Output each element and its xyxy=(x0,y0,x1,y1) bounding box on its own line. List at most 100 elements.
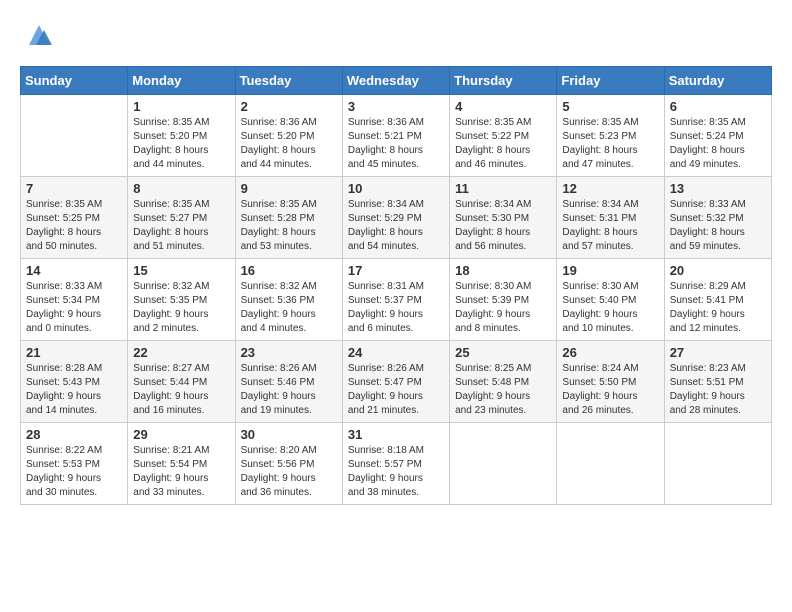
day-number: 1 xyxy=(133,99,229,114)
col-header-friday: Friday xyxy=(557,67,664,95)
day-info: Sunrise: 8:30 AMSunset: 5:40 PMDaylight:… xyxy=(562,280,658,336)
calendar-cell: 5 Sunrise: 8:35 AMSunset: 5:23 PMDaylight… xyxy=(557,95,664,177)
calendar-cell: 24 Sunrise: 8:26 AMSunset: 5:47 PMDayligh… xyxy=(342,341,449,423)
col-header-monday: Monday xyxy=(128,67,235,95)
calendar-cell: 23 Sunrise: 8:26 AMSunset: 5:46 PMDayligh… xyxy=(235,341,342,423)
day-info: Sunrise: 8:20 AMSunset: 5:56 PMDaylight:… xyxy=(241,444,337,500)
day-info: Sunrise: 8:33 AMSunset: 5:34 PMDaylight:… xyxy=(26,280,122,336)
day-number: 7 xyxy=(26,181,122,196)
page-header xyxy=(20,20,772,50)
day-info: Sunrise: 8:21 AMSunset: 5:54 PMDaylight:… xyxy=(133,444,229,500)
day-number: 27 xyxy=(670,345,766,360)
calendar-cell: 17 Sunrise: 8:31 AMSunset: 5:37 PMDayligh… xyxy=(342,259,449,341)
day-number: 14 xyxy=(26,263,122,278)
calendar-cell: 4 Sunrise: 8:35 AMSunset: 5:22 PMDaylight… xyxy=(450,95,557,177)
calendar-cell xyxy=(557,423,664,505)
day-info: Sunrise: 8:23 AMSunset: 5:51 PMDaylight:… xyxy=(670,362,766,418)
day-number: 4 xyxy=(455,99,551,114)
day-number: 10 xyxy=(348,181,444,196)
day-number: 2 xyxy=(241,99,337,114)
day-info: Sunrise: 8:25 AMSunset: 5:48 PMDaylight:… xyxy=(455,362,551,418)
day-number: 21 xyxy=(26,345,122,360)
calendar-cell: 10Sunrise: 8:34 AMSunset: 5:29 PMDayligh… xyxy=(342,177,449,259)
calendar-cell: 31 Sunrise: 8:18 AMSunset: 5:57 PMDayligh… xyxy=(342,423,449,505)
calendar-week-row: 21Sunrise: 8:28 AMSunset: 5:43 PMDayligh… xyxy=(21,341,772,423)
day-number: 13 xyxy=(670,181,766,196)
calendar-cell: 3 Sunrise: 8:36 AMSunset: 5:21 PMDaylight… xyxy=(342,95,449,177)
day-info: Sunrise: 8:36 AMSunset: 5:21 PMDaylight:… xyxy=(348,116,444,172)
day-info: Sunrise: 8:26 AMSunset: 5:46 PMDaylight:… xyxy=(241,362,337,418)
day-info: Sunrise: 8:33 AMSunset: 5:32 PMDaylight:… xyxy=(670,198,766,254)
day-info: Sunrise: 8:35 AMSunset: 5:24 PMDaylight:… xyxy=(670,116,766,172)
day-number: 26 xyxy=(562,345,658,360)
day-info: Sunrise: 8:22 AMSunset: 5:53 PMDaylight:… xyxy=(26,444,122,500)
calendar-cell: 18 Sunrise: 8:30 AMSunset: 5:39 PMDayligh… xyxy=(450,259,557,341)
day-info: Sunrise: 8:36 AMSunset: 5:20 PMDaylight:… xyxy=(241,116,337,172)
day-info: Sunrise: 8:27 AMSunset: 5:44 PMDaylight:… xyxy=(133,362,229,418)
calendar-cell: 2 Sunrise: 8:36 AMSunset: 5:20 PMDaylight… xyxy=(235,95,342,177)
calendar-week-row: 1 Sunrise: 8:35 AMSunset: 5:20 PMDaylight… xyxy=(21,95,772,177)
day-info: Sunrise: 8:31 AMSunset: 5:37 PMDaylight:… xyxy=(348,280,444,336)
day-number: 31 xyxy=(348,427,444,442)
day-number: 29 xyxy=(133,427,229,442)
calendar-cell xyxy=(21,95,128,177)
day-info: Sunrise: 8:35 AMSunset: 5:22 PMDaylight:… xyxy=(455,116,551,172)
day-number: 5 xyxy=(562,99,658,114)
calendar-cell: 11 Sunrise: 8:34 AMSunset: 5:30 PMDayligh… xyxy=(450,177,557,259)
calendar-header-row: SundayMondayTuesdayWednesdayThursdayFrid… xyxy=(21,67,772,95)
day-info: Sunrise: 8:35 AMSunset: 5:23 PMDaylight:… xyxy=(562,116,658,172)
day-number: 9 xyxy=(241,181,337,196)
col-header-saturday: Saturday xyxy=(664,67,771,95)
calendar-cell: 27 Sunrise: 8:23 AMSunset: 5:51 PMDayligh… xyxy=(664,341,771,423)
calendar-cell: 12Sunrise: 8:34 AMSunset: 5:31 PMDayligh… xyxy=(557,177,664,259)
calendar-cell: 28 Sunrise: 8:22 AMSunset: 5:53 PMDayligh… xyxy=(21,423,128,505)
calendar-cell: 25 Sunrise: 8:25 AMSunset: 5:48 PMDayligh… xyxy=(450,341,557,423)
day-info: Sunrise: 8:32 AMSunset: 5:35 PMDaylight:… xyxy=(133,280,229,336)
col-header-sunday: Sunday xyxy=(21,67,128,95)
day-number: 20 xyxy=(670,263,766,278)
col-header-tuesday: Tuesday xyxy=(235,67,342,95)
day-number: 3 xyxy=(348,99,444,114)
day-info: Sunrise: 8:35 AMSunset: 5:28 PMDaylight:… xyxy=(241,198,337,254)
calendar-cell: 29 Sunrise: 8:21 AMSunset: 5:54 PMDayligh… xyxy=(128,423,235,505)
day-info: Sunrise: 8:34 AMSunset: 5:30 PMDaylight:… xyxy=(455,198,551,254)
day-number: 19 xyxy=(562,263,658,278)
day-info: Sunrise: 8:29 AMSunset: 5:41 PMDaylight:… xyxy=(670,280,766,336)
day-info: Sunrise: 8:35 AMSunset: 5:20 PMDaylight:… xyxy=(133,116,229,172)
calendar-cell: 7 Sunrise: 8:35 AMSunset: 5:25 PMDaylight… xyxy=(21,177,128,259)
calendar-cell: 30Sunrise: 8:20 AMSunset: 5:56 PMDayligh… xyxy=(235,423,342,505)
calendar-cell: 14 Sunrise: 8:33 AMSunset: 5:34 PMDayligh… xyxy=(21,259,128,341)
calendar-cell: 6 Sunrise: 8:35 AMSunset: 5:24 PMDaylight… xyxy=(664,95,771,177)
day-number: 24 xyxy=(348,345,444,360)
calendar-cell: 16 Sunrise: 8:32 AMSunset: 5:36 PMDayligh… xyxy=(235,259,342,341)
day-number: 11 xyxy=(455,181,551,196)
day-number: 17 xyxy=(348,263,444,278)
calendar-cell: 22Sunrise: 8:27 AMSunset: 5:44 PMDayligh… xyxy=(128,341,235,423)
day-number: 16 xyxy=(241,263,337,278)
day-info: Sunrise: 8:32 AMSunset: 5:36 PMDaylight:… xyxy=(241,280,337,336)
calendar-cell: 26Sunrise: 8:24 AMSunset: 5:50 PMDayligh… xyxy=(557,341,664,423)
calendar-cell: 15 Sunrise: 8:32 AMSunset: 5:35 PMDayligh… xyxy=(128,259,235,341)
logo-icon xyxy=(24,20,54,50)
calendar-week-row: 7 Sunrise: 8:35 AMSunset: 5:25 PMDaylight… xyxy=(21,177,772,259)
calendar-cell: 19 Sunrise: 8:30 AMSunset: 5:40 PMDayligh… xyxy=(557,259,664,341)
day-info: Sunrise: 8:18 AMSunset: 5:57 PMDaylight:… xyxy=(348,444,444,500)
day-info: Sunrise: 8:35 AMSunset: 5:25 PMDaylight:… xyxy=(26,198,122,254)
calendar-cell: 1 Sunrise: 8:35 AMSunset: 5:20 PMDaylight… xyxy=(128,95,235,177)
col-header-thursday: Thursday xyxy=(450,67,557,95)
day-number: 8 xyxy=(133,181,229,196)
calendar-week-row: 14 Sunrise: 8:33 AMSunset: 5:34 PMDayligh… xyxy=(21,259,772,341)
calendar-cell: 8Sunrise: 8:35 AMSunset: 5:27 PMDaylight… xyxy=(128,177,235,259)
calendar-cell: 13 Sunrise: 8:33 AMSunset: 5:32 PMDayligh… xyxy=(664,177,771,259)
day-number: 25 xyxy=(455,345,551,360)
day-number: 18 xyxy=(455,263,551,278)
day-number: 12 xyxy=(562,181,658,196)
day-number: 6 xyxy=(670,99,766,114)
day-number: 23 xyxy=(241,345,337,360)
day-info: Sunrise: 8:26 AMSunset: 5:47 PMDaylight:… xyxy=(348,362,444,418)
day-number: 15 xyxy=(133,263,229,278)
day-number: 28 xyxy=(26,427,122,442)
calendar-week-row: 28 Sunrise: 8:22 AMSunset: 5:53 PMDayligh… xyxy=(21,423,772,505)
day-info: Sunrise: 8:30 AMSunset: 5:39 PMDaylight:… xyxy=(455,280,551,336)
calendar-cell xyxy=(664,423,771,505)
